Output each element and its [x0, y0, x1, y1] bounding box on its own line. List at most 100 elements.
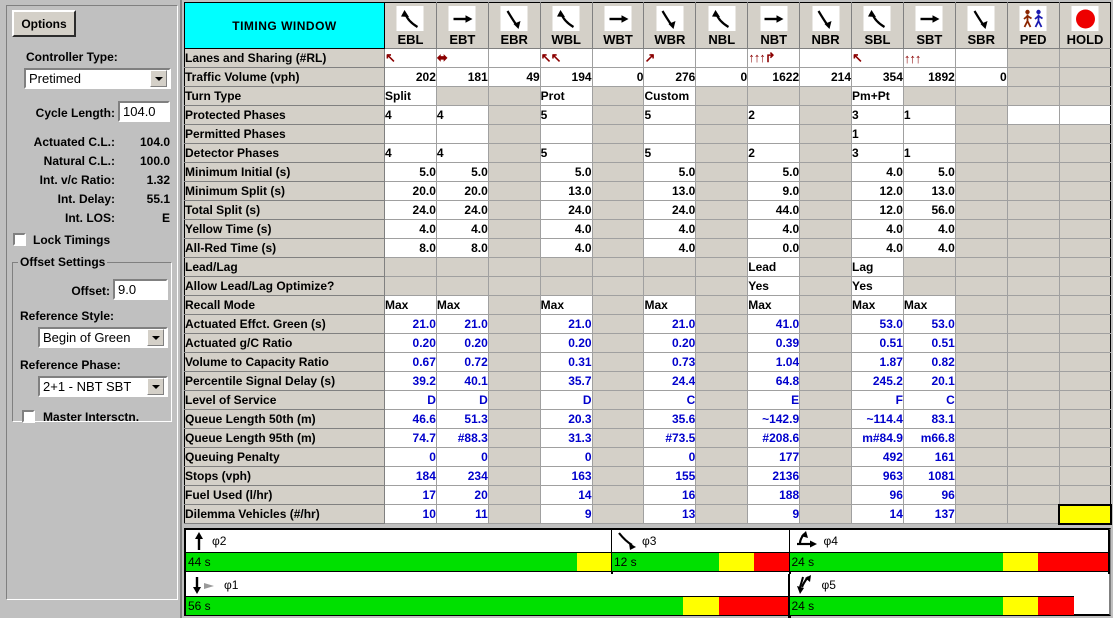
table-cell[interactable]: 0.39	[747, 333, 801, 353]
table-cell[interactable]: 0.51	[851, 333, 904, 353]
lock-timings-checkbox[interactable]	[13, 233, 26, 246]
table-cell[interactable]: ↑↑↑	[902, 48, 956, 68]
table-cell[interactable]: 53.0	[902, 314, 956, 334]
table-cell[interactable]: 1	[851, 124, 904, 144]
reference-phase-select[interactable]: 2+1 - NBT SBT	[38, 376, 168, 397]
table-cell[interactable]: 137	[902, 504, 956, 524]
table-cell[interactable]: 2	[747, 143, 801, 163]
master-intersection-checkbox[interactable]	[22, 410, 35, 423]
table-cell[interactable]	[435, 124, 489, 144]
table-cell[interactable]: Lag	[851, 257, 904, 277]
table-cell[interactable]: D	[539, 390, 593, 410]
table-cell[interactable]: Yes	[747, 276, 801, 296]
table-cell[interactable]: E	[747, 390, 801, 410]
table-cell[interactable]: 4.0	[384, 219, 437, 239]
table-cell[interactable]: 5	[643, 143, 697, 163]
table-cell[interactable]: m#84.9	[851, 428, 904, 448]
table-cell[interactable]: 0	[695, 67, 749, 87]
table-cell[interactable]: ↖↖	[539, 48, 593, 68]
table-cell[interactable]: 1622	[747, 67, 801, 87]
table-cell[interactable]: 4	[384, 143, 437, 163]
table-cell[interactable]: 31.3	[539, 428, 593, 448]
column-header-sbt[interactable]: SBT	[902, 2, 956, 49]
offset-input[interactable]: 9.0	[113, 279, 168, 300]
table-cell[interactable]: #73.5	[643, 428, 697, 448]
table-cell[interactable]: 24.0	[643, 200, 697, 220]
table-cell[interactable]: 2136	[747, 466, 801, 486]
column-header-ped[interactable]: PED	[1006, 2, 1060, 49]
table-cell[interactable]: F	[851, 390, 904, 410]
table-cell[interactable]: 13	[643, 504, 697, 524]
table-cell[interactable]	[487, 48, 541, 68]
table-cell[interactable]: 181	[435, 67, 489, 87]
table-cell[interactable]: 20.3	[539, 409, 593, 429]
table-cell[interactable]	[643, 124, 697, 144]
table-cell[interactable]: 0	[384, 447, 437, 467]
phase-bar-φ5[interactable]: 24 s	[789, 596, 1074, 616]
table-cell[interactable]: 8.0	[384, 238, 437, 258]
table-cell[interactable]: 0.72	[435, 352, 489, 372]
table-cell[interactable]: 53.0	[851, 314, 904, 334]
table-cell[interactable]: 49	[487, 67, 541, 87]
table-cell[interactable]: 5.0	[643, 162, 697, 182]
table-cell[interactable]: 4.0	[539, 238, 593, 258]
selected-cell[interactable]	[1058, 503, 1112, 525]
table-cell[interactable]: 39.2	[384, 371, 437, 391]
table-cell[interactable]: 9	[539, 504, 593, 524]
table-cell[interactable]: 4	[435, 143, 489, 163]
table-cell[interactable]: 0.31	[539, 352, 593, 372]
table-cell[interactable]: 4.0	[851, 219, 904, 239]
column-header-hold[interactable]: HOLD	[1058, 2, 1112, 49]
table-cell[interactable]: 2	[747, 105, 801, 125]
table-cell[interactable]: 1.87	[851, 352, 904, 372]
column-header-ebl[interactable]: EBL	[384, 2, 437, 49]
phase-bar-φ1[interactable]: 56 s	[186, 596, 790, 616]
table-cell[interactable]: 9.0	[747, 181, 801, 201]
table-cell[interactable]: 4.0	[902, 219, 956, 239]
table-cell[interactable]: 963	[851, 466, 904, 486]
table-cell[interactable]: 161	[902, 447, 956, 467]
table-cell[interactable]: 41.0	[747, 314, 801, 334]
table-cell[interactable]: 21.0	[435, 314, 489, 334]
table-cell[interactable]: 1	[902, 143, 956, 163]
table-cell[interactable]: 0.20	[643, 333, 697, 353]
table-cell[interactable]: 4.0	[851, 162, 904, 182]
table-cell[interactable]: 4	[384, 105, 437, 125]
table-cell[interactable]: 354	[851, 67, 904, 87]
phase-header-φ4[interactable]: φ4	[789, 530, 1109, 552]
table-cell[interactable]: 1	[902, 105, 956, 125]
table-cell[interactable]: 12.0	[851, 181, 904, 201]
table-cell[interactable]: D	[384, 390, 437, 410]
table-cell[interactable]: 20.1	[902, 371, 956, 391]
table-cell[interactable]: ~142.9	[747, 409, 801, 429]
table-cell[interactable]: Max	[643, 295, 697, 315]
table-cell[interactable]: #208.6	[747, 428, 801, 448]
table-cell[interactable]: ~114.4	[851, 409, 904, 429]
column-header-sbl[interactable]: SBL	[851, 2, 904, 49]
table-cell[interactable]: 276	[643, 67, 697, 87]
table-cell[interactable]: 8.0	[435, 238, 489, 258]
table-cell[interactable]	[591, 48, 645, 68]
table-cell[interactable]: 14	[539, 485, 593, 505]
table-cell[interactable]: 5.0	[902, 162, 956, 182]
table-cell[interactable]: 0.73	[643, 352, 697, 372]
column-header-nbt[interactable]: NBT	[747, 2, 801, 49]
table-cell[interactable]: 4.0	[747, 219, 801, 239]
phase-bar-φ3[interactable]: 12 s	[612, 552, 790, 572]
table-cell[interactable]: Max	[747, 295, 801, 315]
table-cell[interactable]	[1058, 105, 1112, 125]
phase-header-φ2[interactable]: φ2	[186, 530, 612, 552]
table-cell[interactable]: 5.0	[384, 162, 437, 182]
table-cell[interactable]: C	[902, 390, 956, 410]
table-cell[interactable]: 11	[435, 504, 489, 524]
table-cell[interactable]: Max	[902, 295, 956, 315]
table-cell[interactable]: 35.7	[539, 371, 593, 391]
table-cell[interactable]: 0.20	[435, 333, 489, 353]
table-cell[interactable]: C	[643, 390, 697, 410]
table-cell[interactable]: 4	[435, 105, 489, 125]
table-cell[interactable]: 12.0	[851, 200, 904, 220]
table-cell[interactable]: 64.8	[747, 371, 801, 391]
table-cell[interactable]: 3	[851, 105, 904, 125]
table-cell[interactable]	[799, 48, 853, 68]
table-cell[interactable]: 184	[384, 466, 437, 486]
